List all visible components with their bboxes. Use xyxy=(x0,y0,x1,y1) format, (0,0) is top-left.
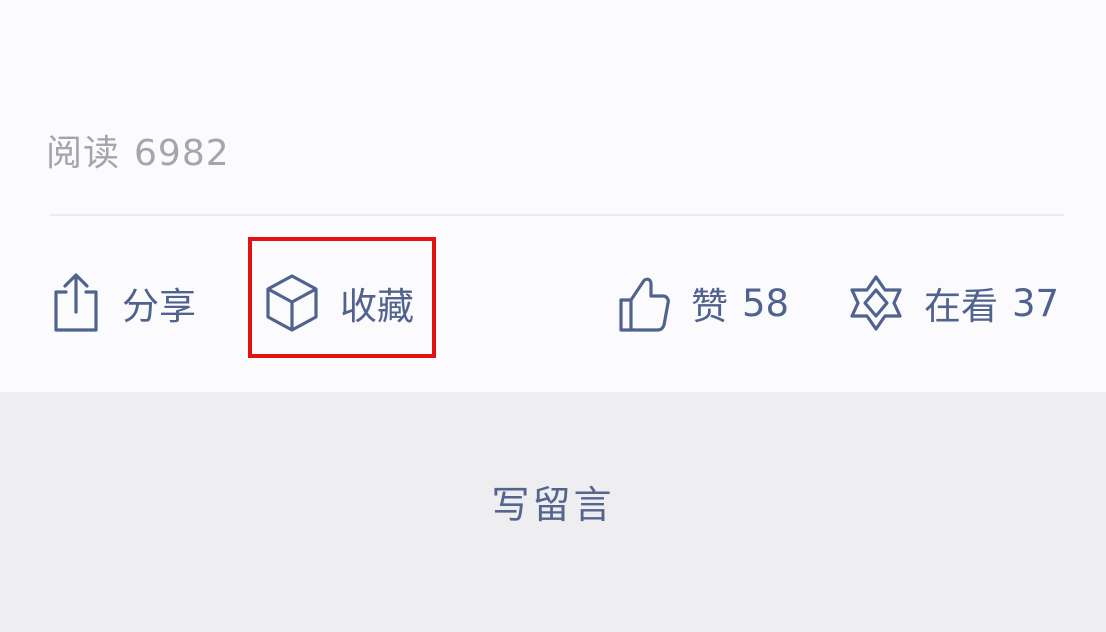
share-button[interactable]: 分享 xyxy=(50,268,196,338)
like-count: 58 xyxy=(742,281,790,325)
read-label: 阅读 xyxy=(46,133,121,174)
watching-count: 37 xyxy=(1012,281,1060,325)
like-button[interactable]: 赞 58 xyxy=(617,268,789,338)
article-footer: 阅读 6982 分享 收藏 赞 58 在看 37 写留言 xyxy=(0,0,1106,632)
divider xyxy=(50,214,1064,216)
read-number: 6982 xyxy=(134,133,230,174)
write-comment-button[interactable]: 写留言 xyxy=(24,392,1082,610)
watching-label: 在看 xyxy=(924,285,998,328)
watching-star-icon xyxy=(848,272,904,334)
action-panel: 阅读 6982 分享 收藏 赞 58 在看 37 xyxy=(0,0,1106,392)
watching-button[interactable]: 在看 37 xyxy=(848,268,1059,338)
like-label: 赞 xyxy=(691,285,728,328)
comment-bar: 写留言 xyxy=(0,392,1106,632)
read-count: 阅读 6982 xyxy=(46,124,230,176)
share-label: 分享 xyxy=(122,285,196,328)
share-icon xyxy=(50,272,102,334)
highlight-box xyxy=(248,237,436,358)
thumbs-up-icon xyxy=(617,272,671,334)
